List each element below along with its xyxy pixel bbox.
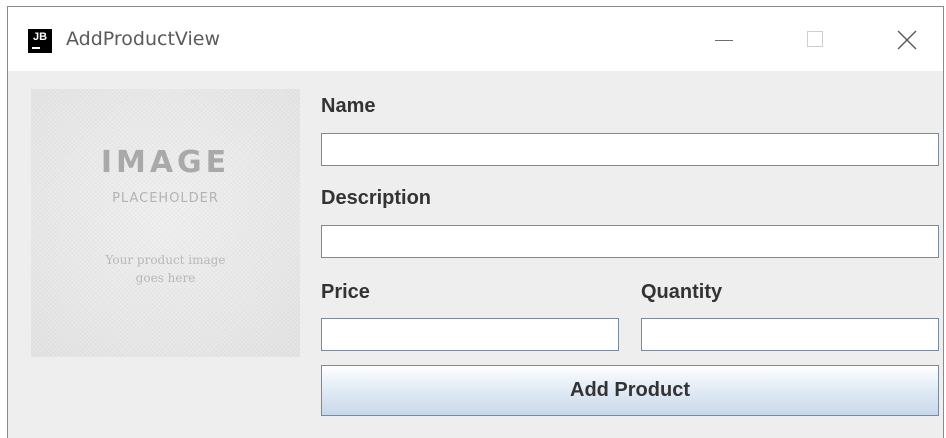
product-image-placeholder: IMAGE PLACEHOLDER Your product image goe… [31, 89, 300, 357]
add-product-button[interactable]: Add Product [321, 365, 939, 416]
app-logo-icon: JB [28, 29, 52, 53]
app-icon-text: JB [32, 31, 48, 43]
maximize-icon [807, 31, 823, 47]
close-button[interactable] [884, 7, 930, 71]
description-field[interactable] [321, 225, 939, 258]
app-window: JB AddProductView IMAGE PLACEHOLDER Your… [7, 6, 944, 438]
name-field[interactable] [321, 133, 939, 166]
price-label: Price [321, 281, 370, 303]
name-label: Name [321, 95, 376, 117]
description-label: Description [321, 187, 432, 209]
window-title: AddProductView [66, 28, 221, 50]
placeholder-caption-line1: Your product image [105, 253, 226, 267]
quantity-field[interactable] [641, 318, 939, 351]
price-field[interactable] [321, 318, 619, 351]
minimize-button[interactable] [701, 7, 747, 71]
placeholder-caption: Your product image goes here [31, 251, 300, 287]
placeholder-title: IMAGE [100, 145, 231, 180]
placeholder-subtitle: PLACEHOLDER [112, 191, 219, 206]
close-icon [897, 30, 917, 50]
quantity-label: Quantity [641, 281, 723, 303]
placeholder-caption-line2: goes here [135, 271, 196, 285]
minimize-icon [715, 40, 733, 41]
app-icon-underline [32, 47, 40, 49]
maximize-button[interactable] [793, 7, 839, 71]
title-bar[interactable]: JB AddProductView [8, 7, 943, 71]
